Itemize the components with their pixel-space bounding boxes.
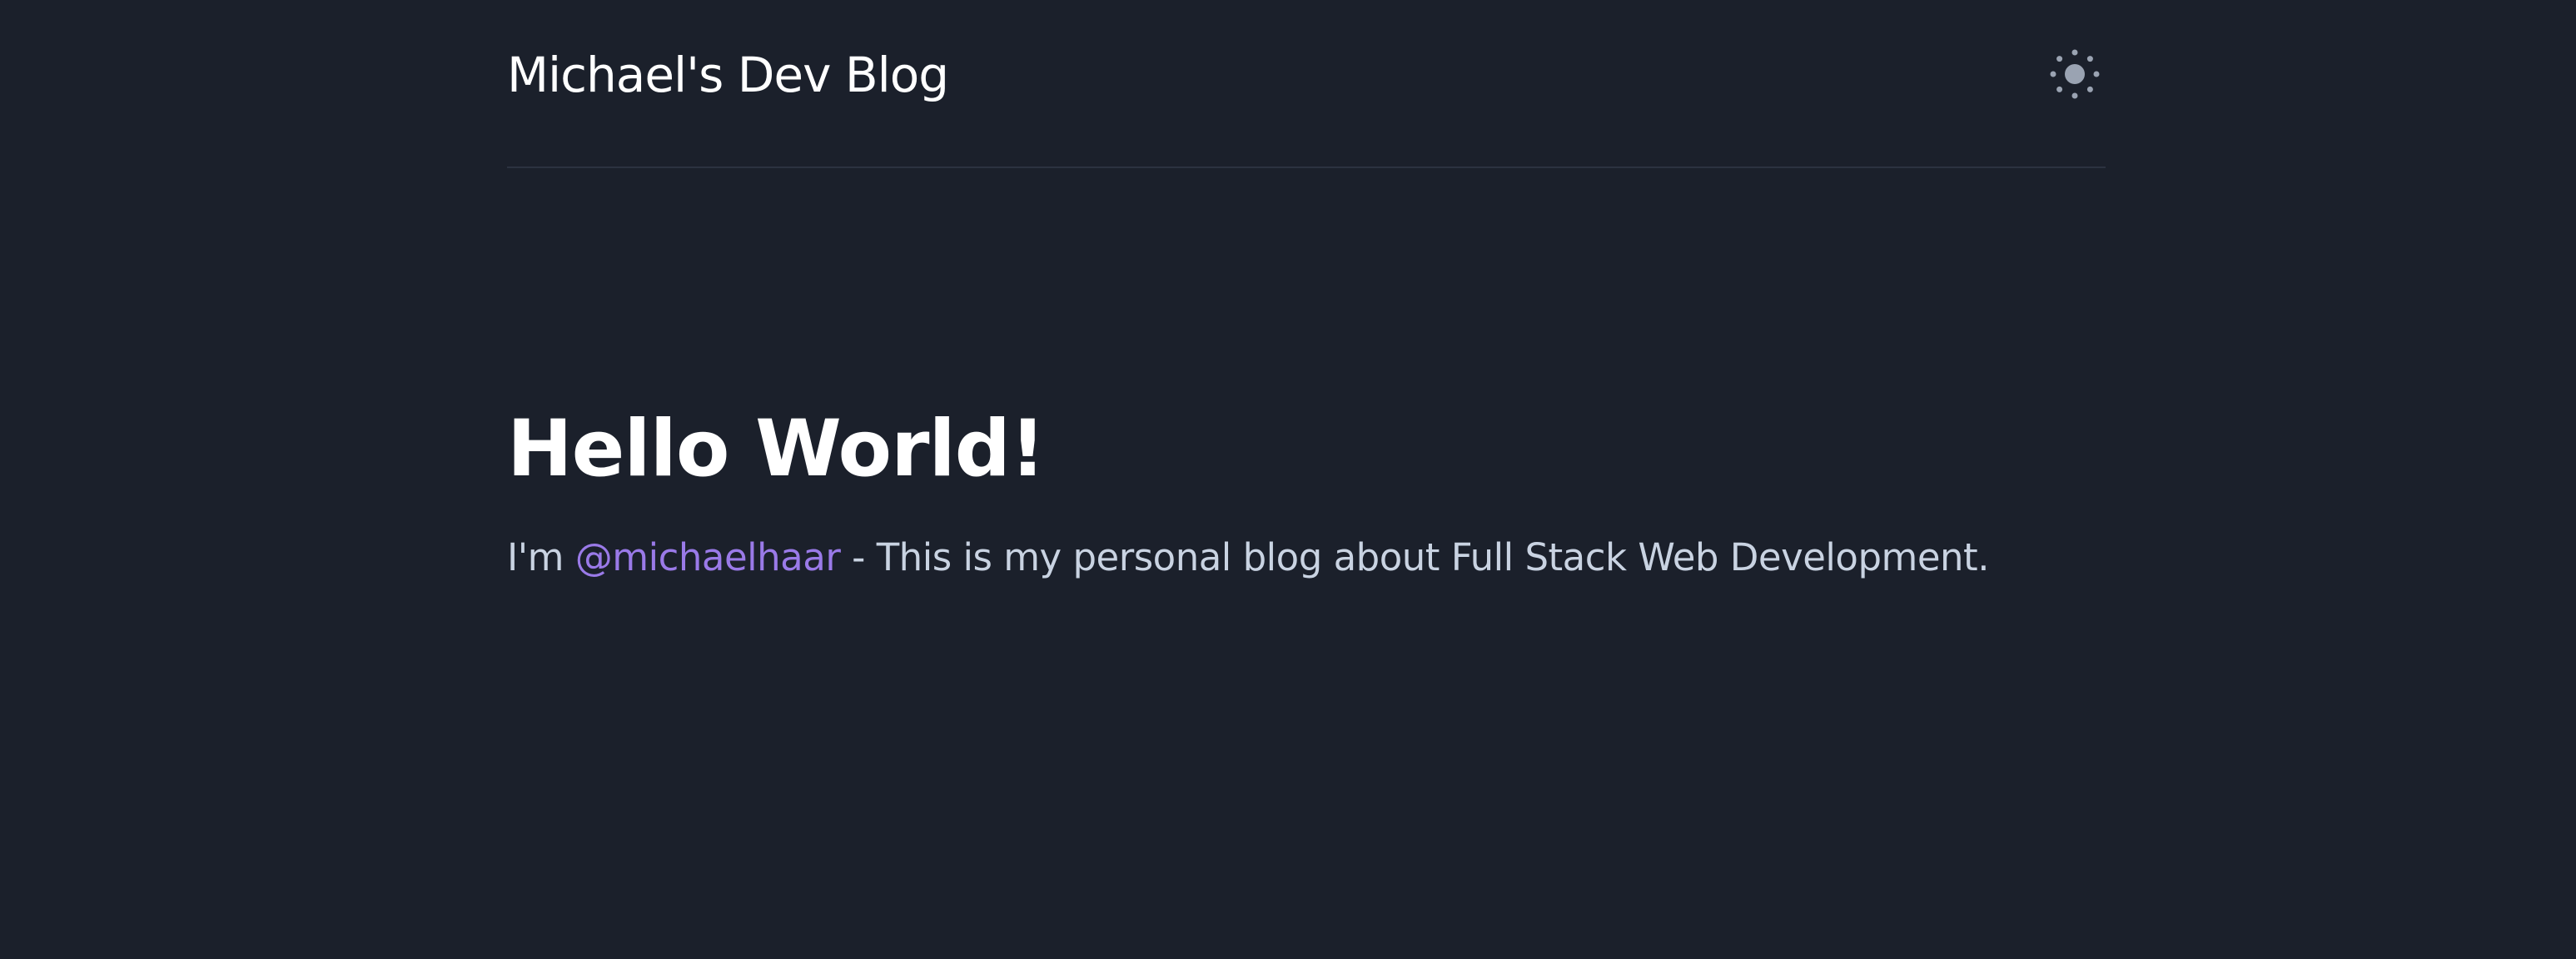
- theme-toggle-button[interactable]: [2049, 48, 2101, 100]
- page-headline: Hello World!: [507, 404, 1046, 494]
- sun-icon: [2049, 48, 2101, 100]
- site-header: Michael's Dev Blog: [507, 0, 2106, 168]
- page: Michael's Dev Blog Hello World! I'm @mic…: [0, 0, 2576, 959]
- intro-section: Hello World! I'm @michaelhaar - This is …: [507, 391, 2106, 591]
- site-title-link[interactable]: Michael's Dev Blog: [507, 42, 949, 108]
- author-handle-link[interactable]: @michaelhaar: [575, 535, 841, 579]
- bio-suffix: - This is my personal blog about Full St…: [840, 535, 1990, 579]
- bio-text: I'm @michaelhaar - This is my personal b…: [507, 524, 2106, 591]
- bio-prefix: I'm: [507, 535, 575, 579]
